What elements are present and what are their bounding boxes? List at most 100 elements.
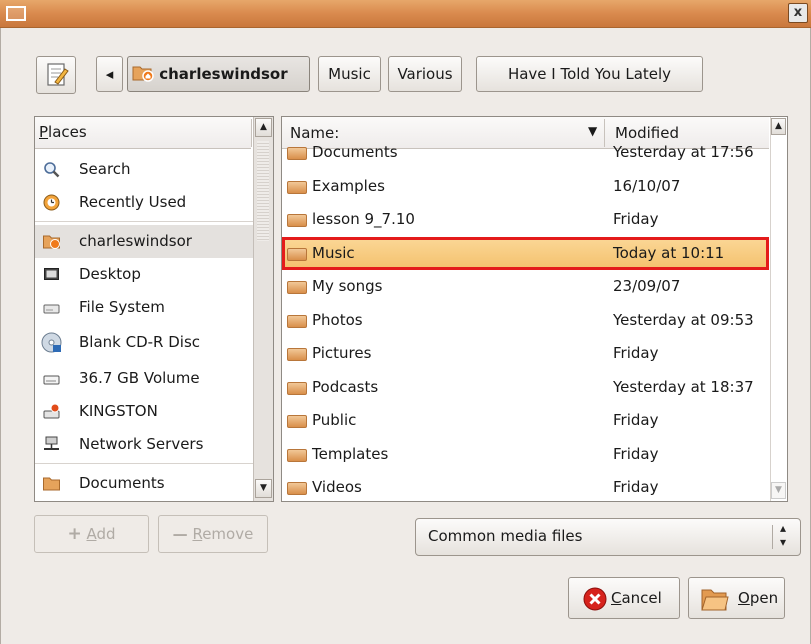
- folder-icon: [287, 314, 307, 328]
- file-name: Public: [312, 411, 357, 429]
- places-item-kingston[interactable]: KINGSTON: [35, 395, 253, 428]
- open-folder-icon: [701, 589, 729, 611]
- places-item-label: Desktop: [79, 265, 141, 283]
- crumb-label: charleswindsor: [159, 65, 288, 83]
- home-folder-icon: [132, 66, 154, 82]
- places-item-label: 36.7 GB Volume: [79, 369, 200, 387]
- plus-icon: +: [67, 524, 82, 544]
- updown-arrows-icon: ▴▾: [780, 521, 787, 549]
- crumb-music[interactable]: Music: [318, 56, 381, 92]
- desktop-icon: [44, 268, 59, 280]
- file-modified: Friday: [613, 478, 659, 496]
- volume-icon: [43, 375, 60, 385]
- scroll-down-button[interactable]: ▼: [771, 482, 786, 499]
- scroll-down-button[interactable]: ▼: [255, 479, 272, 498]
- file-row[interactable]: Music Today at 10:11: [282, 236, 769, 270]
- places-item-label: Blank CD-R Disc: [79, 333, 201, 351]
- folder-icon: [43, 477, 60, 491]
- file-row[interactable]: Documents Yesterday at 17:56: [282, 136, 769, 169]
- scroll-up-button[interactable]: ▲: [255, 118, 272, 137]
- file-modified: Friday: [613, 210, 659, 228]
- places-item-label: Documents: [79, 474, 165, 492]
- file-modified: 23/09/07: [613, 277, 681, 295]
- folder-icon: [287, 348, 307, 361]
- file-type-filter-select[interactable]: Common media files ▴▾: [415, 518, 801, 556]
- edit-location-button[interactable]: [36, 56, 76, 94]
- places-item-charleswindsor[interactable]: charleswindsor: [35, 225, 253, 258]
- add-bookmark-button[interactable]: + Add: [34, 515, 149, 553]
- file-list-pane: Name: ▼ Modified Documents Yesterday at 1…: [281, 116, 788, 502]
- file-modified: Yesterday at 18:37: [613, 377, 754, 396]
- file-row[interactable]: My songs 23/09/07: [282, 270, 769, 303]
- crumb-charleswindsor[interactable]: charleswindsor: [127, 56, 310, 92]
- file-name: Photos: [312, 310, 363, 329]
- places-item-36-7-gb-volume[interactable]: 36.7 GB Volume: [35, 362, 253, 395]
- file-row[interactable]: Templates Friday: [282, 438, 769, 471]
- file-list-scrollbar[interactable]: ▲ ▼: [770, 117, 787, 501]
- scrollbar-thumb[interactable]: [257, 141, 269, 241]
- places-item-recently-used[interactable]: Recently Used: [35, 186, 253, 219]
- places-item-search[interactable]: Search: [35, 153, 253, 186]
- file-name: Music: [312, 243, 355, 262]
- open-label: Open: [738, 589, 779, 607]
- file-row[interactable]: Public Friday: [282, 404, 769, 437]
- search-icon: [44, 162, 60, 178]
- places-header-label: Places: [39, 123, 87, 141]
- add-label: Add: [86, 525, 116, 543]
- file-row[interactable]: Videos Friday: [282, 471, 769, 501]
- file-modified: Today at 10:11: [613, 243, 725, 262]
- file-row[interactable]: Podcasts Yesterday at 18:37: [282, 371, 769, 404]
- file-modified: Yesterday at 09:53: [613, 310, 754, 329]
- crumb-various[interactable]: Various: [388, 56, 462, 92]
- open-button[interactable]: Open: [688, 577, 785, 619]
- file-row[interactable]: Examples 16/10/07: [282, 170, 769, 203]
- recent-icon: [43, 194, 60, 211]
- places-item-desktop[interactable]: Desktop: [35, 258, 253, 291]
- file-name: lesson 9_7.10: [312, 210, 415, 228]
- edit-location-icon: [47, 63, 69, 86]
- cancel-button[interactable]: Cancel: [568, 577, 680, 619]
- file-name: Examples: [312, 176, 385, 195]
- folder-icon: [287, 381, 307, 395]
- folder-icon: [287, 415, 307, 428]
- places-item-file-system[interactable]: File System: [35, 291, 253, 324]
- places-item-label: Recently Used: [79, 193, 187, 211]
- folder-icon: [287, 448, 307, 462]
- file-modified: Yesterday at 17:56: [613, 143, 754, 161]
- file-row[interactable]: Pictures Friday: [282, 337, 769, 370]
- folder-icon: [287, 482, 307, 495]
- file-row[interactable]: Photos Yesterday at 09:53: [282, 304, 769, 337]
- scroll-up-button[interactable]: ▲: [771, 118, 786, 135]
- places-divider: [35, 463, 253, 464]
- places-scrollbar[interactable]: ▲ ▼: [253, 117, 273, 501]
- places-column-header[interactable]: Places: [35, 117, 252, 149]
- file-name: Templates: [312, 444, 389, 463]
- minus-icon: —: [172, 525, 188, 543]
- window-menu-icon[interactable]: [6, 6, 26, 21]
- places-item-label: File System: [79, 298, 165, 316]
- crumb-have-i-told-you-lately[interactable]: Have I Told You Lately: [476, 56, 703, 92]
- cd-icon: [41, 332, 62, 353]
- folder-icon: [287, 214, 307, 227]
- file-row[interactable]: lesson 9_7.10 Friday: [282, 203, 769, 236]
- folder-icon: [287, 180, 307, 194]
- places-divider: [35, 221, 253, 222]
- places-item-network-servers[interactable]: Network Servers: [35, 428, 253, 461]
- file-name: Documents: [312, 143, 398, 161]
- title-bar[interactable]: x: [0, 0, 811, 28]
- remove-bookmark-button[interactable]: — Remove: [158, 515, 268, 553]
- cancel-icon: [583, 587, 607, 611]
- path-back-button[interactable]: ◂: [96, 56, 123, 92]
- file-name: My songs: [312, 277, 383, 295]
- remove-label: Remove: [192, 525, 254, 543]
- close-window-button[interactable]: x: [788, 3, 808, 23]
- file-name: Videos: [312, 478, 362, 496]
- places-item-label: Network Servers: [79, 435, 204, 453]
- places-item-documents[interactable]: Documents: [35, 467, 253, 500]
- places-item-label: Search: [79, 160, 131, 178]
- file-modified: 16/10/07: [613, 176, 681, 195]
- folder-icon: [287, 281, 307, 294]
- places-item-label: KINGSTON: [79, 402, 158, 420]
- places-item-label: charleswindsor: [79, 232, 192, 250]
- places-item-blank-cd-r-disc[interactable]: Blank CD-R Disc: [35, 324, 253, 361]
